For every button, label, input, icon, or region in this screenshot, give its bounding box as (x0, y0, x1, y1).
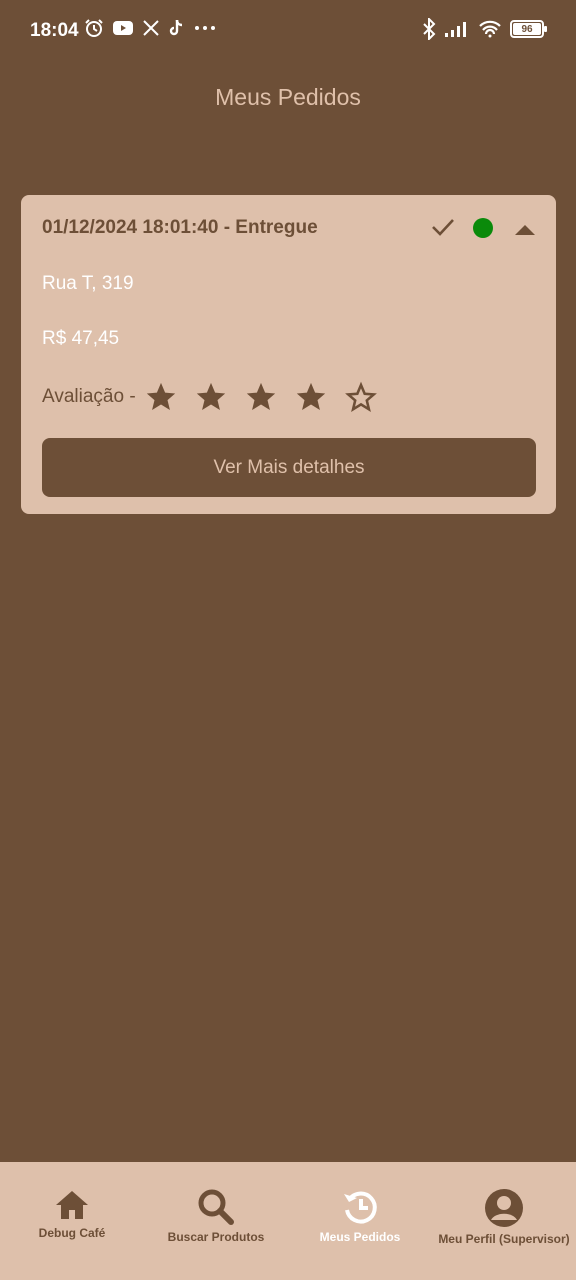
order-address: Rua T, 319 (42, 273, 134, 294)
nav-item-meu-perfil[interactable]: Meu Perfil (Supervisor) (432, 1188, 576, 1246)
star-outline-icon[interactable] (344, 380, 378, 414)
signal-icon (445, 22, 466, 37)
status-bar: 18:04 96 (0, 0, 576, 62)
tiktok-icon (169, 19, 183, 36)
history-icon (344, 1191, 377, 1224)
nav-label: Buscar Produtos (167, 1230, 265, 1244)
profile-icon (485, 1189, 523, 1227)
rating-row: Avaliação - (42, 380, 394, 414)
bottom-nav: Debug Café Buscar Produtos Meus Pedidos … (0, 1162, 576, 1280)
nav-item-debug-cafe[interactable]: Debug Café (0, 1188, 144, 1240)
status-left-icons (84, 18, 216, 38)
status-dot (473, 218, 493, 238)
star-icon[interactable] (194, 380, 228, 414)
nav-item-buscar-produtos[interactable]: Buscar Produtos (144, 1188, 288, 1244)
chevron-up-icon[interactable] (513, 222, 537, 236)
star-icon[interactable] (144, 380, 178, 414)
battery-icon: 96 (510, 20, 547, 38)
status-right-icons: 96 (422, 18, 547, 40)
battery-level: 96 (521, 23, 533, 35)
youtube-icon (113, 21, 133, 35)
home-icon (56, 1191, 88, 1219)
details-button[interactable]: Ver Mais detalhes (42, 438, 536, 497)
wifi-icon (479, 20, 501, 38)
order-total: R$ 47,45 (42, 328, 120, 349)
more-dots-icon (195, 26, 215, 30)
star-icon[interactable] (294, 380, 328, 414)
order-card: 01/12/2024 18:01:40 - Entregue Rua T, 31… (21, 195, 556, 514)
rating-label: Avaliação - (42, 386, 136, 407)
nav-label: Meu Perfil (Supervisor) (438, 1232, 570, 1246)
status-time: 18:04 (30, 20, 79, 41)
x-icon (143, 20, 159, 36)
search-icon (198, 1189, 234, 1225)
nav-label: Debug Café (38, 1226, 106, 1240)
bluetooth-icon (423, 18, 436, 40)
check-icon (432, 219, 454, 236)
star-icon[interactable] (244, 380, 278, 414)
alarm-icon (85, 19, 103, 37)
nav-label: Meus Pedidos (319, 1230, 401, 1244)
nav-item-meus-pedidos[interactable]: Meus Pedidos (288, 1188, 432, 1244)
page-title: Meus Pedidos (215, 84, 361, 110)
order-header: 01/12/2024 18:01:40 - Entregue (42, 217, 318, 238)
